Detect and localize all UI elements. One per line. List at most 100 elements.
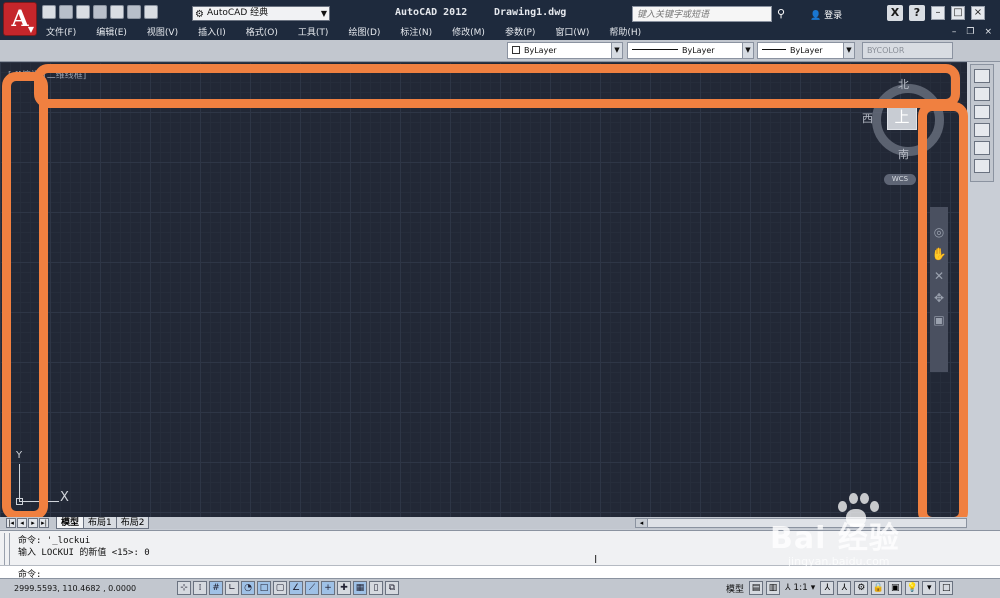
- binoculars-icon[interactable]: ⚲: [777, 7, 785, 20]
- dynamic-input-icon[interactable]: +: [321, 581, 335, 595]
- bring-above-icon[interactable]: [974, 105, 990, 119]
- annotation-scale[interactable]: ⅄ 1:1 ▾: [783, 583, 817, 593]
- doc-minimize-button[interactable]: –: [952, 27, 957, 37]
- quick-properties-icon[interactable]: ▯: [369, 581, 383, 595]
- first-tab-icon[interactable]: |◂: [6, 518, 16, 528]
- viewcube-south[interactable]: 南: [898, 146, 909, 162]
- menu-draw[interactable]: 绘图(D): [348, 26, 380, 40]
- command-input[interactable]: 命令:: [0, 565, 1000, 580]
- menu-tools[interactable]: 工具(T): [298, 26, 329, 40]
- menu-view[interactable]: 视图(V): [147, 26, 178, 40]
- send-under-icon[interactable]: [974, 123, 990, 137]
- coordinate-readout[interactable]: 2999.5593, 110.4682 , 0.0000: [14, 584, 136, 593]
- zoom-icon[interactable]: ✕: [930, 265, 948, 287]
- hatch-to-back-icon[interactable]: [974, 159, 990, 173]
- wcs-menu[interactable]: WCS: [884, 174, 916, 185]
- undo-icon[interactable]: [127, 5, 141, 19]
- menu-bar: 文件(F) 编辑(E) 视图(V) 插入(I) 格式(O) 工具(T) 绘图(D…: [0, 26, 1000, 40]
- infer-constraints-icon[interactable]: ⊹: [177, 581, 191, 595]
- linetype-select[interactable]: ByLayer ▼: [627, 42, 754, 59]
- pan-icon[interactable]: ✋: [930, 243, 948, 265]
- menu-edit[interactable]: 编辑(E): [96, 26, 127, 40]
- viewcube-west[interactable]: 西: [862, 110, 873, 126]
- workspace-select[interactable]: ⚙ AutoCAD 经典 ▼: [192, 6, 330, 21]
- user-icon: 👤: [810, 11, 822, 21]
- minimize-button[interactable]: –: [931, 6, 945, 20]
- quick-access-toolbar: [42, 5, 158, 21]
- linetype-value: ByLayer: [682, 46, 715, 55]
- exchange-icon[interactable]: X: [887, 5, 903, 21]
- ucs-y-label: Y: [16, 450, 23, 461]
- showmotion-icon[interactable]: ▣: [930, 309, 948, 331]
- application-menu-button[interactable]: A ▼: [3, 2, 37, 36]
- menu-help[interactable]: 帮助(H): [609, 26, 641, 40]
- quick-view-layouts-icon[interactable]: ▤: [749, 581, 764, 595]
- orbit-icon[interactable]: ✥: [930, 287, 948, 309]
- ortho-mode-icon[interactable]: ∟: [225, 581, 239, 595]
- lock-icon[interactable]: 🔒: [871, 581, 886, 595]
- color-select[interactable]: ByLayer ▼: [507, 42, 623, 59]
- model-space-toggle[interactable]: 模型: [724, 582, 746, 595]
- app-logo-letter: A: [11, 6, 29, 32]
- clean-screen-icon[interactable]: □: [939, 581, 954, 595]
- menu-insert[interactable]: 插入(I): [198, 26, 226, 40]
- scroll-left-icon[interactable]: ◂: [636, 519, 648, 527]
- quick-view-drawings-icon[interactable]: ▥: [766, 581, 781, 595]
- login-link[interactable]: 👤 登录: [810, 8, 842, 21]
- close-button[interactable]: ×: [971, 6, 985, 20]
- last-tab-icon[interactable]: ▸|: [39, 518, 49, 528]
- steering-wheel-icon[interactable]: ◎: [930, 221, 948, 243]
- menu-dimension[interactable]: 标注(N): [400, 26, 432, 40]
- doc-restore-button[interactable]: ❐: [966, 27, 974, 37]
- dynamic-ucs-icon[interactable]: ⟋: [305, 581, 319, 595]
- bring-to-front-icon[interactable]: [974, 69, 990, 83]
- menu-file[interactable]: 文件(F): [46, 26, 76, 40]
- status-menu-icon[interactable]: ▾: [922, 581, 937, 595]
- annotation-visibility-icon[interactable]: ⅄: [820, 581, 835, 595]
- save-as-icon[interactable]: [93, 5, 107, 19]
- menu-modify[interactable]: 修改(M): [452, 26, 485, 40]
- tab-model[interactable]: 模型: [56, 517, 85, 529]
- lineweight-icon[interactable]: ✚: [337, 581, 351, 595]
- redo-icon[interactable]: [144, 5, 158, 19]
- doc-close-button[interactable]: ×: [984, 27, 992, 37]
- save-icon[interactable]: [76, 5, 90, 19]
- viewport-label[interactable]: [-][俯视][二维线框]: [8, 68, 86, 81]
- menu-parametric[interactable]: 参数(P): [505, 26, 535, 40]
- print-icon[interactable]: [110, 5, 124, 19]
- 3d-object-snap-icon[interactable]: ▢: [273, 581, 287, 595]
- open-icon[interactable]: [59, 5, 73, 19]
- viewcube-north[interactable]: 北: [898, 76, 909, 92]
- isolate-objects-icon[interactable]: 💡: [905, 581, 920, 595]
- plotstyle-select: BYCOLOR: [862, 42, 953, 59]
- ucs-x-axis: [19, 501, 59, 502]
- prev-tab-icon[interactable]: ◂: [17, 518, 27, 528]
- new-icon[interactable]: [42, 5, 56, 19]
- text-to-front-icon[interactable]: [974, 141, 990, 155]
- tab-layout1[interactable]: 布局1: [83, 517, 117, 529]
- viewcube[interactable]: 北 西 南 上 WCS: [860, 72, 960, 202]
- tab-layout2[interactable]: 布局2: [115, 517, 150, 529]
- object-snap-tracking-icon[interactable]: ∠: [289, 581, 303, 595]
- help-icon[interactable]: ?: [909, 5, 925, 21]
- object-snap-icon[interactable]: □: [257, 581, 271, 595]
- restore-button[interactable]: □: [951, 6, 965, 20]
- selection-cycling-icon[interactable]: ⧉: [385, 581, 399, 595]
- chevron-down-icon: ▼: [843, 43, 854, 58]
- grid-display-icon[interactable]: #: [209, 581, 223, 595]
- transparency-icon[interactable]: ▦: [353, 581, 367, 595]
- workspace-switching-icon[interactable]: ⚙: [854, 581, 869, 595]
- next-tab-icon[interactable]: ▸: [28, 518, 38, 528]
- menu-format[interactable]: 格式(O): [246, 26, 278, 40]
- send-to-back-icon[interactable]: [974, 87, 990, 101]
- horizontal-scrollbar[interactable]: ◂: [635, 518, 967, 528]
- auto-scale-icon[interactable]: ⅄: [837, 581, 852, 595]
- viewcube-top-face[interactable]: 上: [887, 104, 917, 130]
- search-input[interactable]: 键入关键字或短语: [632, 6, 772, 22]
- polar-tracking-icon[interactable]: ◔: [241, 581, 255, 595]
- lineweight-select[interactable]: ByLayer ▼: [757, 42, 855, 59]
- drawing-canvas[interactable]: [-][俯视][二维线框] 北 西 南 上 WCS ◎ ✋ ✕ ✥ ▣ Y X: [0, 62, 967, 517]
- hardware-acceleration-icon[interactable]: ▣: [888, 581, 903, 595]
- menu-window[interactable]: 窗口(W): [555, 26, 589, 40]
- snap-mode-icon[interactable]: ⁞: [193, 581, 207, 595]
